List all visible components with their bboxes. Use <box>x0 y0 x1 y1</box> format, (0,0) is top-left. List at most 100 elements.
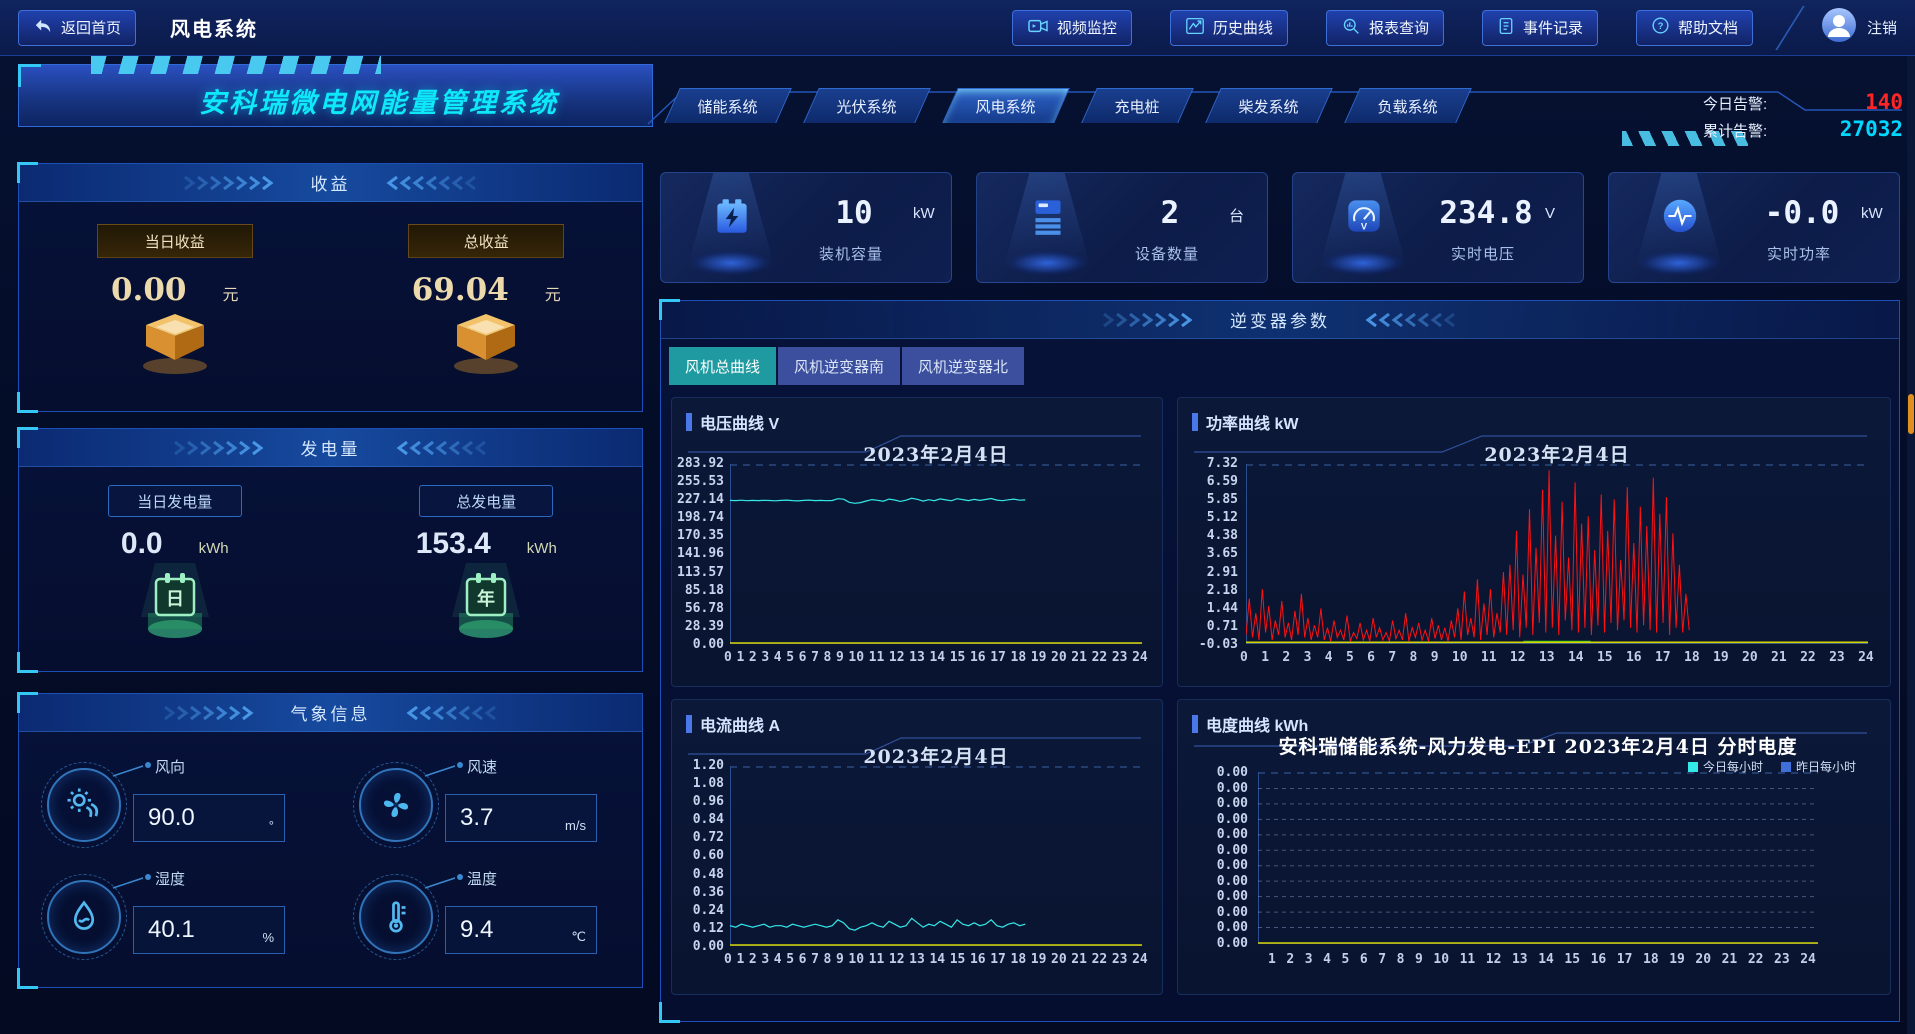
tab-wind-inverter-south[interactable]: 风机逆变器南 <box>778 347 900 385</box>
daily-generation-unit: kWh <box>199 540 229 557</box>
top-bar: 返回首页 风电系统 视频监控 历史曲线 报表查询 <box>0 0 1915 56</box>
avatar <box>1821 7 1857 48</box>
energy-plot <box>1258 772 1818 944</box>
installed-capacity-unit: kW <box>913 205 935 222</box>
report-query-button[interactable]: 报表查询 <box>1326 10 1444 46</box>
daily-revenue-block: 当日收益 0.00 元 <box>40 202 310 381</box>
today-alert-row: 今日告警: 140 <box>1703 90 1903 117</box>
total-revenue-value: 69.04 <box>412 272 509 308</box>
temperature-value-box: 9.4 ℃ <box>445 906 597 954</box>
power-chart-card: 功率曲线 kW 2023年2月4日 7.326.595.855.124.383.… <box>1177 397 1891 687</box>
power-plot <box>1246 464 1868 644</box>
today-alert-label: 今日告警: <box>1703 93 1767 114</box>
tab-wind-system[interactable]: 风电系统 <box>942 88 1070 123</box>
humidity-icon <box>47 880 121 954</box>
help-docs-label: 帮助文档 <box>1678 17 1738 38</box>
realtime-voltage-label: 实时电压 <box>1393 243 1573 264</box>
history-curve-icon <box>1185 17 1205 39</box>
help-icon: ? <box>1651 16 1670 39</box>
help-docs-button[interactable]: ? 帮助文档 <box>1636 10 1753 46</box>
tab-wind-total-curve[interactable]: 风机总曲线 <box>669 347 776 385</box>
wind-direction-icon <box>47 768 121 842</box>
inverter-panel-header: 逆变器参数 <box>661 301 1899 339</box>
today-alert-count: 140 <box>1865 90 1903 114</box>
voltage-plot <box>730 464 1142 644</box>
inverter-panel-title: 逆变器参数 <box>1230 307 1330 332</box>
voltage-x-axis: 0123456789101112131415161718192021222324 <box>724 650 1148 665</box>
energy-y-axis: 0.000.000.000.000.000.000.000.000.000.00… <box>1178 766 1248 950</box>
connector-line <box>423 760 469 780</box>
daily-generation-value: 0.0 <box>121 527 163 561</box>
device-icon <box>1025 193 1071 244</box>
current-chart-date: 2023年2月4日 <box>730 742 1142 769</box>
yearly-calendar-icon: 年 <box>448 563 524 648</box>
tab-storage-system[interactable]: 储能系统 <box>664 88 792 123</box>
temperature-item: 温度 9.4 ℃ <box>359 868 639 964</box>
daily-generation-chip: 当日发电量 <box>108 485 242 517</box>
wind-speed-value: 3.7 <box>460 804 493 832</box>
legend-today-swatch <box>1688 762 1698 772</box>
hazard-stripes-left <box>91 56 381 74</box>
back-home-button[interactable]: 返回首页 <box>18 10 136 46</box>
chevrons-left-icon <box>1364 313 1460 327</box>
weather-panel-title: 气象信息 <box>291 700 371 725</box>
video-monitor-button[interactable]: 视频监控 <box>1012 10 1132 46</box>
user-area[interactable]: 注销 <box>1821 7 1897 48</box>
realtime-power-value: -0.0 <box>1747 195 1857 231</box>
power-y-axis: 7.326.595.855.124.383.652.912.181.440.71… <box>1178 457 1238 651</box>
total-generation-block: 总发电量 153.4 kWh 年 <box>351 467 621 648</box>
total-revenue-unit: 元 <box>545 281 561 305</box>
realtime-voltage-value: 234.8 <box>1431 195 1541 231</box>
legend-yesterday-swatch <box>1781 762 1791 772</box>
gold-box-icon <box>134 310 216 381</box>
wind-direction-value: 90.0 <box>148 804 195 832</box>
tab-pv-system[interactable]: 光伏系统 <box>803 88 931 123</box>
tab-charging-pile[interactable]: 充电桩 <box>1081 88 1194 123</box>
wind-direction-item: 风向 90.0 ° <box>47 756 327 852</box>
humidity-unit: % <box>262 930 274 945</box>
wind-speed-value-box: 3.7 m/s <box>445 794 597 842</box>
event-log-label: 事件记录 <box>1523 17 1583 38</box>
daily-revenue-value: 0.00 <box>111 272 187 308</box>
scrollbar-thumb[interactable] <box>1908 394 1914 434</box>
device-count-label: 设备数量 <box>1077 243 1257 264</box>
daily-generation-block: 当日发电量 0.0 kWh 日 <box>40 467 310 648</box>
chevrons-left-icon <box>395 441 491 455</box>
humidity-item: 湿度 40.1 % <box>47 868 327 964</box>
total-alert-label: 累计告警: <box>1703 120 1767 141</box>
wind-speed-label: 风速 <box>467 756 497 777</box>
weather-panel: 气象信息 风向 90.0 ° <box>18 693 643 988</box>
wind-speed-item: 风速 3.7 m/s <box>359 756 639 852</box>
wind-direction-unit: ° <box>269 818 274 833</box>
tab-load-system[interactable]: 负载系统 <box>1344 88 1472 123</box>
realtime-power-label: 实时功率 <box>1709 243 1889 264</box>
total-alert-row: 累计告警: 27032 <box>1703 117 1903 144</box>
tab-wind-inverter-north[interactable]: 风机逆变器北 <box>902 347 1024 385</box>
stat-card-row: 10 kW 装机容量 2 台 设备数量 V 234.8 <box>660 172 1900 283</box>
chevrons-right-icon <box>171 441 267 455</box>
logout-label[interactable]: 注销 <box>1867 17 1897 38</box>
daily-revenue-unit: 元 <box>223 281 239 305</box>
voltage-chart-title: 电压曲线 V <box>700 410 779 434</box>
current-y-axis: 1.201.080.960.840.720.600.480.360.240.12… <box>672 759 724 953</box>
tab-diesel-system[interactable]: 柴发系统 <box>1205 88 1333 123</box>
wind-direction-value-box: 90.0 ° <box>133 794 285 842</box>
energy-x-axis: 123456789101112131415161718192021222324 <box>1268 952 1816 967</box>
system-banner-title: 安科瑞微电网能量管理系统 <box>199 81 559 120</box>
calendar-year-char: 年 <box>477 588 495 609</box>
humidity-value-box: 40.1 % <box>133 906 285 954</box>
scrollbar-track[interactable] <box>1907 56 1915 1034</box>
power-chart-date: 2023年2月4日 <box>1246 440 1868 467</box>
history-curve-button[interactable]: 历史曲线 <box>1170 10 1288 46</box>
humidity-label: 湿度 <box>155 868 185 889</box>
calendar-day-char: 日 <box>166 589 184 609</box>
gold-box-icon <box>445 310 527 381</box>
current-chart-title: 电流曲线 A <box>700 712 780 736</box>
battery-icon <box>709 193 755 244</box>
revenue-panel-header: 收益 <box>19 164 642 202</box>
video-icon <box>1027 17 1049 39</box>
event-log-button[interactable]: 事件记录 <box>1482 10 1598 46</box>
back-arrow-icon <box>33 17 53 39</box>
topbar-actions: 视频监控 历史曲线 报表查询 事件记录 <box>1012 10 1753 46</box>
svg-text:?: ? <box>1658 21 1664 32</box>
